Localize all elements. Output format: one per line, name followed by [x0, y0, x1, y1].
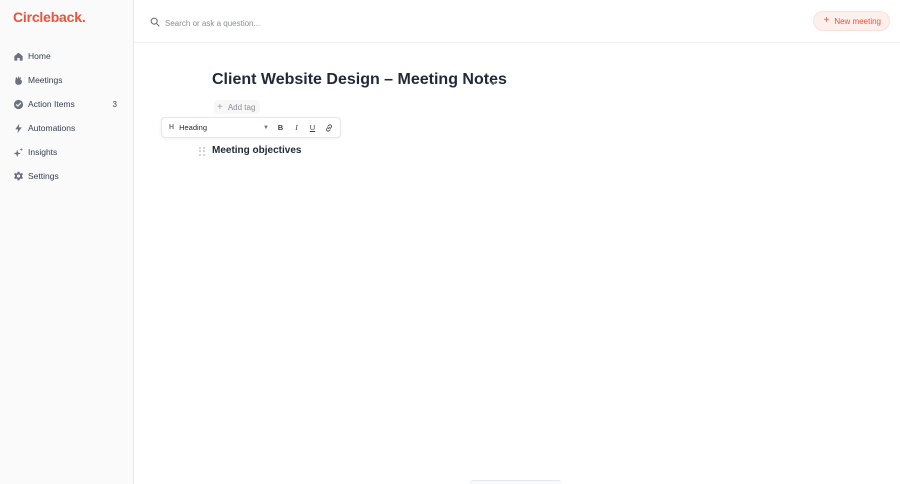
sidebar-item-meetings[interactable]: Meetings: [6, 69, 124, 91]
block-type-label: Heading: [179, 123, 208, 132]
new-meeting-label: New meeting: [834, 16, 881, 26]
plus-icon: +: [823, 15, 830, 26]
heading-block[interactable]: Meeting objectives: [212, 145, 301, 156]
drag-handle-icon[interactable]: [199, 147, 205, 156]
add-tag-button[interactable]: + Add tag: [214, 100, 261, 114]
document-title[interactable]: Client Website Design – Meeting Notes: [212, 71, 507, 89]
top-bar: + New meeting: [134, 0, 900, 43]
link-button[interactable]: [321, 120, 336, 135]
search-input[interactable]: [165, 18, 365, 28]
bold-button[interactable]: B: [273, 120, 288, 135]
sparkle-icon: [12, 146, 24, 158]
sidebar-item-label: Automations: [28, 123, 76, 133]
new-meeting-button[interactable]: + New meeting: [813, 11, 890, 31]
lightning-icon: [12, 122, 24, 134]
block-type-select[interactable]: H Heading ▼: [162, 118, 272, 137]
heading-icon: H: [169, 124, 175, 131]
sidebar-item-insights[interactable]: Insights: [6, 141, 124, 163]
sidebar-item-label: Insights: [28, 147, 58, 157]
logo-dot: .: [81, 9, 86, 25]
action-items-count-badge: 3: [112, 99, 117, 109]
plus-icon: +: [217, 101, 223, 113]
sidebar-item-label: Action Items: [28, 99, 75, 109]
bottom-panel-handle[interactable]: [470, 480, 562, 484]
link-icon: [325, 123, 332, 132]
sidebar-item-action-items[interactable]: Action Items 3: [6, 93, 124, 115]
chevron-down-icon: ▼: [263, 125, 269, 131]
search-icon: [150, 14, 160, 32]
underline-button[interactable]: U: [305, 120, 320, 135]
search-bar[interactable]: [150, 14, 365, 32]
home-icon: [12, 50, 24, 62]
italic-button[interactable]: I: [289, 120, 304, 135]
sidebar-item-label: Settings: [28, 171, 59, 181]
meetings-icon: [12, 74, 24, 86]
sidebar-item-home[interactable]: Home: [6, 45, 124, 67]
add-tag-label: Add tag: [227, 102, 256, 112]
sidebar-item-label: Meetings: [28, 75, 63, 85]
app-window: Circleback. Home Meetings Action Items 3: [0, 0, 900, 484]
sidebar-item-automations[interactable]: Automations: [6, 117, 124, 139]
sidebar: Circleback. Home Meetings Action Items 3: [0, 0, 134, 484]
logo[interactable]: Circleback.: [13, 9, 86, 25]
formatting-toolbar: H Heading ▼ B I U: [161, 117, 341, 138]
chevron-down-icon[interactable]: [487, 76, 499, 88]
check-circle-icon: [12, 98, 24, 110]
gear-icon: [12, 170, 24, 182]
sidebar-item-label: Home: [28, 51, 51, 61]
logo-text: Circleback: [13, 9, 82, 25]
sidebar-item-settings[interactable]: Settings: [6, 165, 124, 187]
